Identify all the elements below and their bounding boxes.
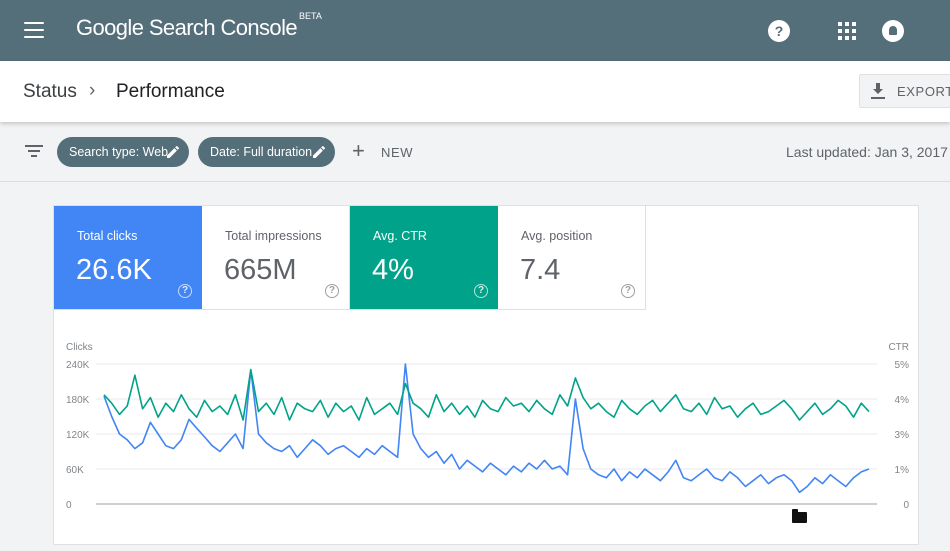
add-icon[interactable]: +	[352, 140, 365, 162]
metric-label: Total clicks	[77, 229, 138, 243]
logo-text: Google Search Console	[76, 15, 298, 40]
metric-label: Total impressions	[225, 229, 322, 243]
chevron-right-icon: ›	[89, 80, 96, 101]
apps-icon[interactable]	[838, 22, 856, 40]
y-right-tick-label: 4%	[895, 395, 910, 406]
filter-bar: Search type: Web Date: Full duration + N…	[0, 122, 950, 182]
y-left-tick-label: 0	[66, 500, 72, 511]
filter-icon[interactable]	[25, 145, 43, 159]
last-updated-text: Last updated: Jan 3, 2017	[786, 144, 948, 160]
y-left-tick-label: 180K	[66, 395, 90, 406]
app-bar: Google Search Console BETA ?	[0, 0, 950, 61]
y-axis-left-label: Clicks	[66, 342, 93, 353]
metric-avg-position[interactable]: Avg. position 7.4 ?	[498, 206, 646, 310]
new-filter-button[interactable]: NEW	[381, 145, 413, 160]
breadcrumb-parent[interactable]: Status	[23, 81, 77, 103]
edit-icon[interactable]	[166, 145, 180, 159]
y-axis-right-label: CTR	[888, 342, 909, 353]
help-icon[interactable]: ?	[621, 284, 635, 298]
menu-icon[interactable]	[24, 22, 44, 38]
help-icon[interactable]: ?	[768, 20, 790, 42]
cursor-icon	[792, 509, 807, 523]
metric-value: 7.4	[520, 254, 561, 286]
export-label: EXPORT	[897, 84, 950, 99]
breadcrumb-bar: Status › Performance EXPORT	[0, 61, 950, 122]
metric-label: Avg. position	[521, 229, 593, 243]
y-left-tick-label: 60K	[66, 465, 84, 476]
help-icon[interactable]: ?	[178, 284, 192, 298]
y-left-tick-label: 240K	[66, 360, 90, 371]
chip-label: Search type: Web	[69, 145, 169, 159]
beta-badge: BETA	[299, 11, 322, 21]
y-right-tick-label: 1%	[895, 465, 910, 476]
metric-value: 665M	[224, 254, 297, 286]
chip-label: Date: Full duration	[210, 145, 313, 159]
metric-total-clicks[interactable]: Total clicks 26.6K ?	[54, 206, 202, 310]
metric-label: Avg. CTR	[373, 229, 427, 243]
app-logo[interactable]: Google Search Console BETA	[76, 11, 322, 41]
metric-total-impressions[interactable]: Total impressions 665M ?	[202, 206, 350, 310]
series-line-clicks	[103, 363, 870, 494]
notifications-icon[interactable]	[882, 20, 904, 42]
y-right-tick-label: 3%	[895, 430, 910, 441]
date-chip[interactable]: Date: Full duration	[198, 137, 335, 167]
y-left-tick-label: 120K	[66, 430, 90, 441]
metric-value: 26.6K	[76, 254, 152, 286]
y-right-tick-label: 5%	[895, 360, 910, 371]
search-type-chip[interactable]: Search type: Web	[57, 137, 189, 167]
y-right-tick-label: 0	[903, 500, 909, 511]
metric-value: 4%	[372, 254, 414, 286]
export-button[interactable]: EXPORT	[859, 74, 950, 108]
help-icon[interactable]: ?	[474, 284, 488, 298]
edit-icon[interactable]	[312, 145, 326, 159]
download-icon	[871, 83, 885, 99]
metric-avg-ctr[interactable]: Avg. CTR 4% ?	[350, 206, 498, 310]
performance-card: Total clicks 26.6K ? Total impressions 6…	[53, 205, 919, 545]
help-icon[interactable]: ?	[325, 284, 339, 298]
chart-svg: Clicks CTR 240K 5% 180K 4% 120K 3% 60K 1% 0 0	[66, 342, 910, 511]
series-line-ctr	[103, 368, 870, 421]
performance-chart[interactable]: Clicks CTR 240K 5% 180K 4% 120K 3% 60K 1% 0 0	[54, 336, 920, 546]
page-title: Performance	[116, 81, 225, 102]
